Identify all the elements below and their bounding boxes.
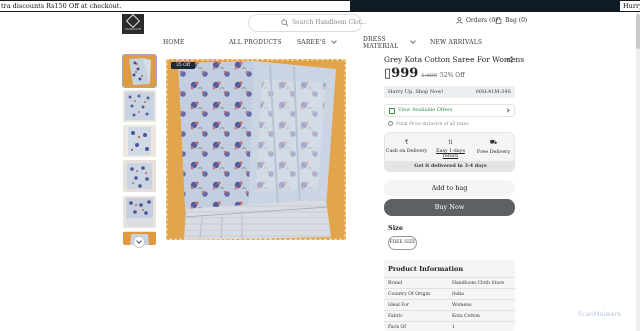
feature-free-delivery-label: Free Delivery <box>476 150 511 155</box>
offers-label: View Available Offers <box>398 107 453 113</box>
product-discount: 52% Off <box>440 72 465 79</box>
feature-free-delivery: ⛟ Free Delivery <box>472 139 514 155</box>
info-value: Handloom Cloth Store <box>452 281 505 286</box>
info-key: Country Of Origin <box>388 292 431 297</box>
info-value: Womens <box>452 303 472 308</box>
nav-dress-label-2: MATERIAL <box>363 42 399 50</box>
buy-now-button[interactable]: Buy Now <box>384 199 515 216</box>
feature-cod-label: Cash on Delivery <box>385 149 428 154</box>
announcement-text: tra discounts Rs150 Off at checkout. <box>0 1 350 11</box>
nav-dress-material[interactable]: DRESS MATERIAL <box>363 36 399 50</box>
gallery-thumbnail-5[interactable] <box>123 196 156 228</box>
chevron-right-icon <box>505 108 510 113</box>
table-row: Country Of Origin India <box>384 288 515 299</box>
nav-sarees[interactable]: SAREE'S <box>297 38 337 46</box>
page-scrollbar[interactable] <box>636 12 640 331</box>
orders-link[interactable]: Orders (0) <box>456 17 498 24</box>
saree-thumbnail-image <box>123 55 156 87</box>
search-input[interactable]: Search Handloom Clot... <box>248 14 367 32</box>
watermark: ScanMalware <box>578 310 622 318</box>
info-icon <box>388 121 393 126</box>
info-value: 1 <box>452 325 455 330</box>
bag-link[interactable]: Bag (0) <box>495 17 527 24</box>
tax-note-text: Final Price inclusive of all taxes <box>396 122 469 127</box>
table-row: Brand Handloom Cloth Store <box>384 277 515 288</box>
table-row: Fabric Kota Cotton <box>384 310 515 321</box>
add-to-bag-button[interactable]: Add to bag <box>384 180 515 196</box>
nav-home[interactable]: HOME <box>163 39 184 46</box>
orders-icon <box>456 17 463 24</box>
orders-label: Orders (0) <box>466 17 498 24</box>
hurry-banner: Hurry Up, Shop Now! 00H:41M:34S <box>384 86 515 98</box>
gallery-thumbnail-1[interactable] <box>122 54 157 88</box>
size-option-free[interactable]: FREE SIZE <box>388 236 417 250</box>
table-row: Pack Of 1 <box>384 321 515 331</box>
info-key: Ideal For <box>388 303 410 308</box>
nav-all-products[interactable]: ALL PRODUCTS <box>229 39 282 46</box>
scrollbar-thumb[interactable] <box>636 14 640 49</box>
share-icon[interactable] <box>506 56 513 63</box>
product-mrp: 1,699 <box>421 73 438 79</box>
tax-note: Final Price inclusive of all taxes <box>388 121 469 127</box>
nav-new-arrivals[interactable]: NEW ARRIVALS <box>430 39 482 46</box>
gallery-thumbnail-4[interactable] <box>123 160 156 192</box>
announcement-text-2: Hurry <box>620 1 640 11</box>
feature-cod: ₹ Cash on Delivery <box>385 139 428 154</box>
hurry-text: Hurry Up, Shop Now! <box>388 89 444 95</box>
size-heading: Size <box>388 224 403 232</box>
logo-mark <box>125 13 141 28</box>
view-offers-button[interactable]: View Available Offers <box>384 104 515 117</box>
feature-return-label: Easy 1-days return <box>436 149 465 159</box>
info-value: India <box>452 292 464 297</box>
chevron-down-icon <box>410 38 416 44</box>
gallery-thumbnail-2[interactable] <box>123 90 156 122</box>
gallery-thumbnail-3[interactable] <box>123 125 156 157</box>
delivery-eta: Get it delivered in 3-4 days <box>385 161 514 171</box>
delivery-features: ₹ Cash on Delivery ⇅ Easy 1-days return … <box>384 132 515 172</box>
offer-tag-icon <box>389 108 395 114</box>
saree-thumbnail-image <box>123 90 156 122</box>
info-key: Fabric <box>388 314 403 319</box>
countdown-timer: 00H:41M:34S <box>475 89 511 95</box>
saree-thumbnail-image <box>123 160 156 192</box>
info-key: Pack Of <box>388 325 406 330</box>
table-row: Ideal For Womens <box>384 299 515 310</box>
discount-badge: 35 Off <box>171 62 196 69</box>
rupee-icon: ₹ <box>404 139 409 146</box>
saree-main-image <box>166 59 346 240</box>
feature-return[interactable]: ⇅ Easy 1-days return <box>429 139 472 159</box>
truck-icon: ⛟ <box>489 139 498 146</box>
rupee-icon: ▯ <box>384 66 392 81</box>
nav-dress-chevron[interactable] <box>405 38 416 46</box>
bag-icon <box>495 17 502 24</box>
info-key: Brand <box>388 281 403 286</box>
search-icon <box>281 19 289 27</box>
bag-label: Bag (0) <box>505 17 528 24</box>
price-row: ▯ 999 1,699 52% Off <box>384 66 464 81</box>
product-title: Grey Kota Cotton Saree For Womens <box>384 55 525 64</box>
return-icon: ⇅ <box>447 139 454 146</box>
chevron-down-icon <box>136 238 142 244</box>
nav-sarees-label: SAREE'S <box>297 39 326 46</box>
saree-thumbnail-image <box>123 196 156 228</box>
announcement-bar: tra discounts Rs150 Off at checkout. Hur… <box>0 0 640 12</box>
store-logo[interactable]: HANDLOOM <box>122 13 144 34</box>
product-price: 999 <box>391 66 419 81</box>
product-information: Product Information Brand Handloom Cloth… <box>384 260 515 331</box>
chevron-down-icon <box>331 38 337 44</box>
product-info-heading: Product Information <box>388 265 464 273</box>
info-value: Kota Cotton <box>452 314 480 319</box>
saree-thumbnail-image <box>123 125 156 157</box>
main-product-image[interactable] <box>166 59 346 240</box>
thumbnail-scroll-down-button[interactable] <box>133 236 145 248</box>
search-placeholder: Search Handloom Clot... <box>292 19 367 26</box>
